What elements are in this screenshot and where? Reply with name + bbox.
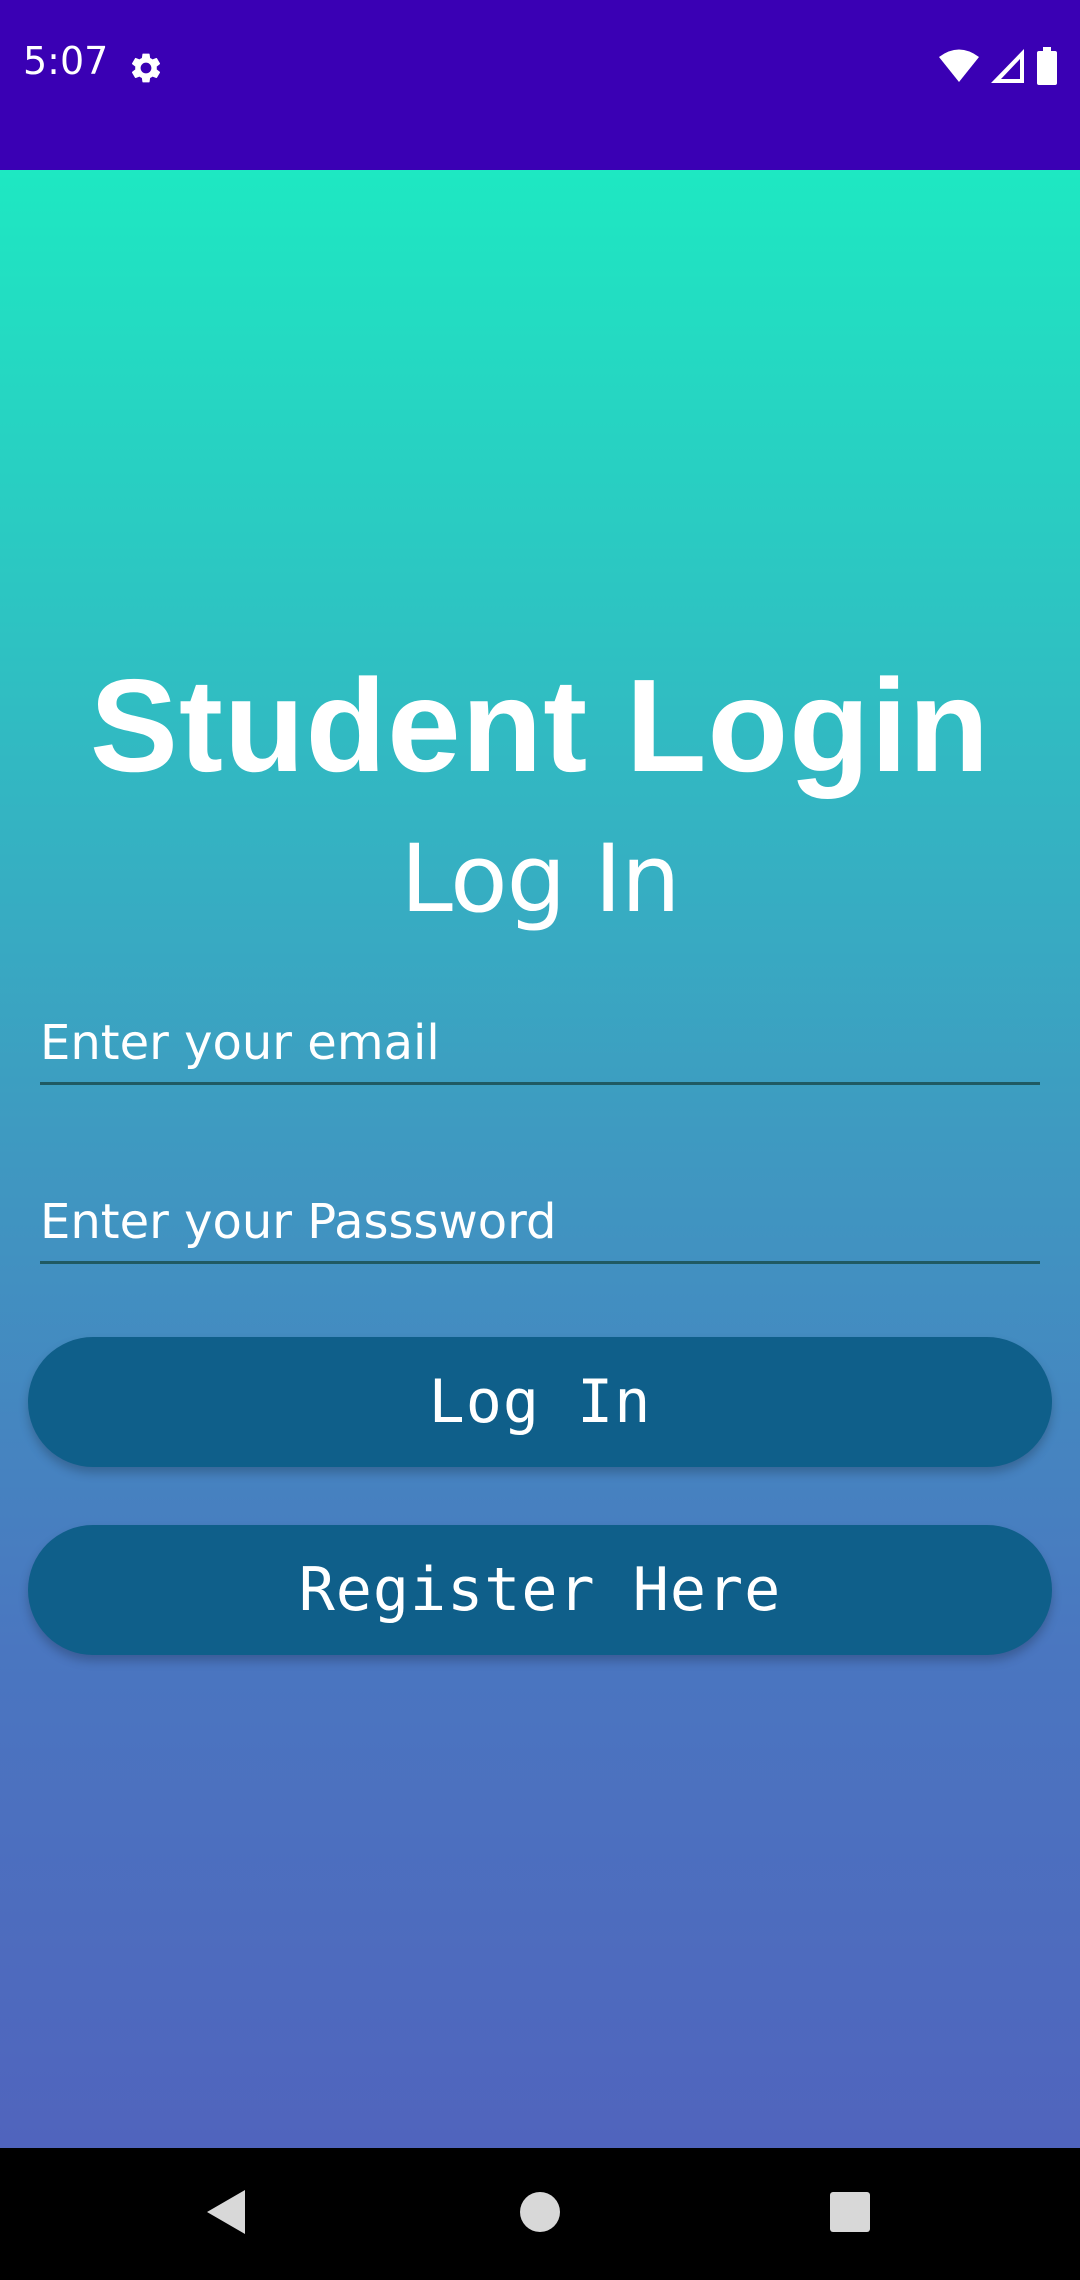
status-time: 5:07 (23, 39, 109, 83)
home-button[interactable] (480, 2148, 600, 2280)
register-button[interactable]: Register Here (28, 1525, 1052, 1655)
page-subtitle: Log In (400, 825, 680, 934)
battery-icon (1036, 46, 1058, 90)
password-field[interactable] (40, 1182, 1040, 1264)
email-input[interactable] (40, 1003, 1040, 1082)
login-button[interactable]: Log In (28, 1337, 1052, 1467)
wifi-icon (938, 48, 980, 89)
password-input[interactable] (40, 1182, 1040, 1261)
email-field[interactable] (40, 1003, 1040, 1085)
app-screen: 5:07 Student Login Log In Enter your ema… (0, 0, 1080, 2280)
status-icons (938, 46, 1058, 90)
recents-button[interactable] (790, 2148, 910, 2280)
login-form-area: Student Login Log In Log In Register Her… (0, 170, 1080, 2148)
recents-icon (829, 2191, 871, 2238)
back-icon (203, 2188, 249, 2241)
status-bar: 5:07 (0, 0, 1080, 170)
gear-icon (128, 50, 164, 86)
cellular-signal-icon (990, 48, 1026, 89)
navigation-bar (0, 2148, 1080, 2280)
back-button[interactable] (166, 2148, 286, 2280)
page-title: Student Login (89, 652, 991, 799)
home-icon (519, 2191, 561, 2238)
